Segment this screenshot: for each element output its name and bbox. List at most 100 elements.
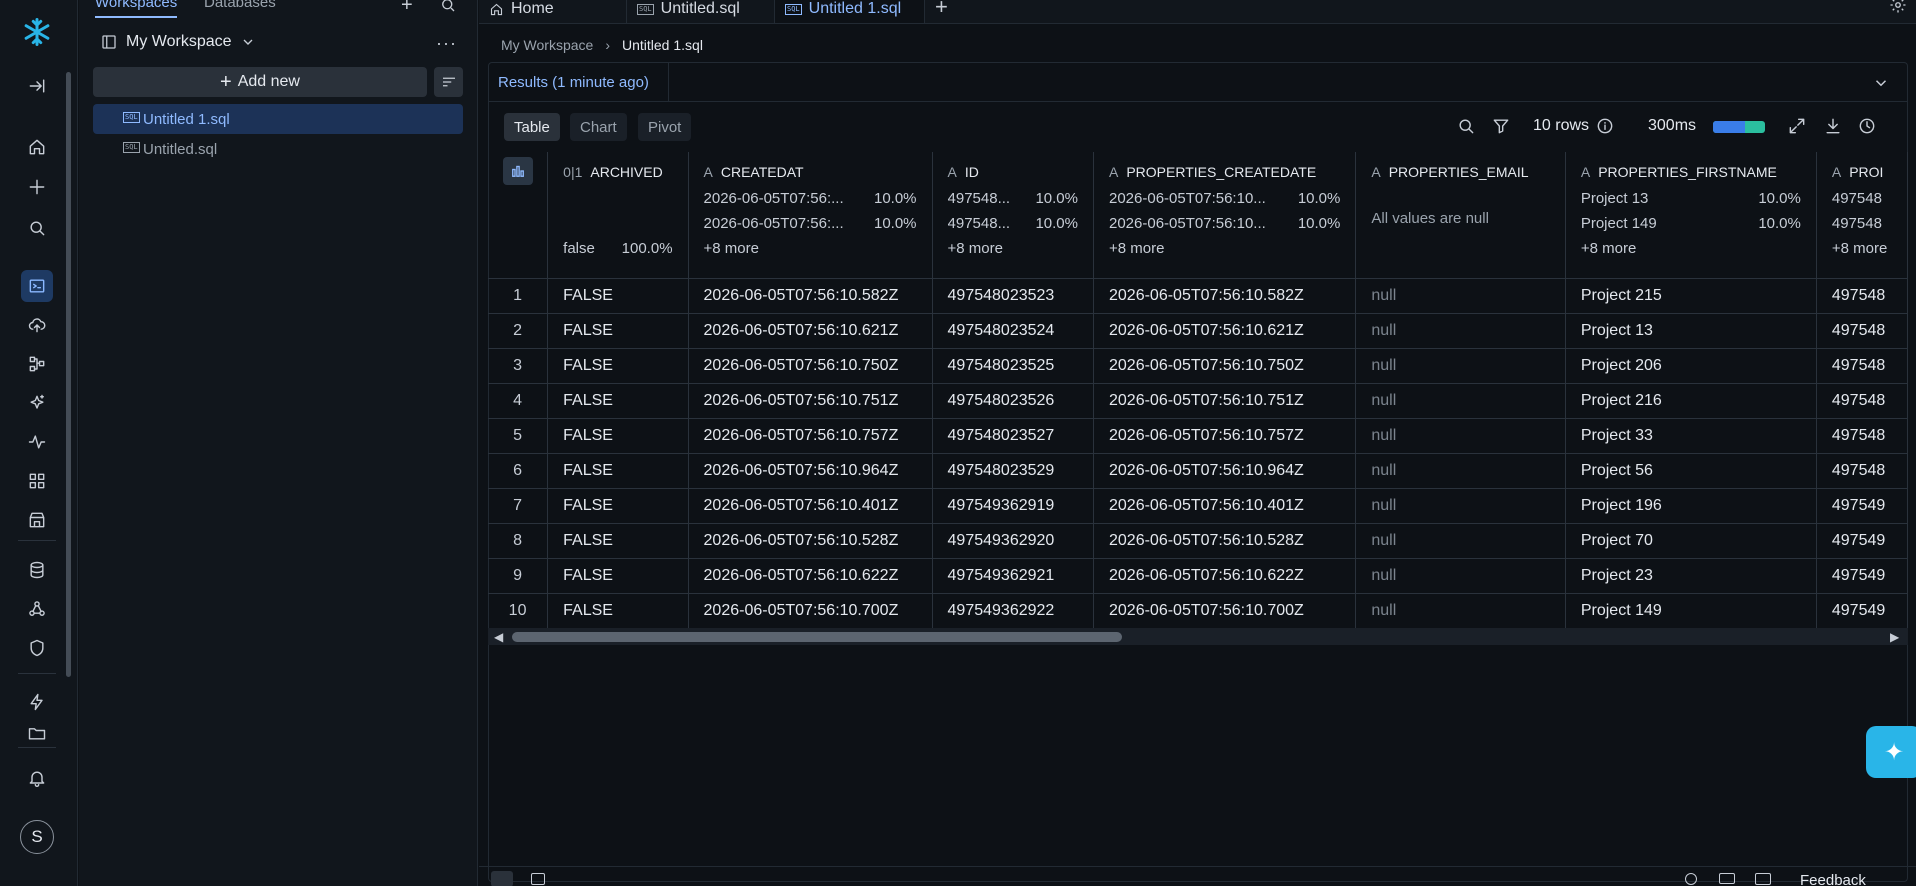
table-cell[interactable]: 2026-06-05T07:56:10.700Z <box>1093 593 1357 629</box>
table-cell[interactable]: null <box>1355 383 1566 419</box>
distribution-row[interactable]: 2026-06-05T07:56:... 10.0% <box>704 186 917 211</box>
table-row[interactable]: 10 FALSE 2026-06-05T07:56:10.700Z 497549362… <box>488 593 1908 629</box>
table-row[interactable]: 8 FALSE 2026-06-05T07:56:10.528Z 4975493629… <box>488 523 1908 559</box>
more-values-link[interactable]: +8 more <box>1581 236 1801 261</box>
table-cell[interactable]: 497549362920 <box>932 523 1095 559</box>
table-cell[interactable]: Project 23 <box>1565 558 1817 594</box>
rail-scrollbar[interactable] <box>66 72 71 677</box>
column-header[interactable]: A CREATEDAT 2026-06-05T07:56:... 10.0% 2026-… <box>688 152 933 279</box>
column-stats-toggle[interactable] <box>488 152 549 279</box>
table-cell[interactable]: FALSE <box>547 488 689 524</box>
distribution-row[interactable]: 497548... 10.0% <box>948 211 1078 236</box>
table-cell[interactable]: 2026-06-05T07:56:10.700Z <box>688 593 933 629</box>
table-row[interactable]: 2 FALSE 2026-06-05T07:56:10.621Z 4975480235… <box>488 313 1908 349</box>
distribution-row[interactable]: Project 149 10.0% <box>1581 211 1801 236</box>
table-cell[interactable]: 497548 <box>1816 418 1908 454</box>
collapse-chevron-icon[interactable] <box>1872 74 1890 96</box>
table-cell[interactable]: 2026-06-05T07:56:10.621Z <box>1093 313 1357 349</box>
distribution-row[interactable]: Project 13 10.0% <box>1581 186 1801 211</box>
view-chart-button[interactable]: Chart <box>570 113 627 141</box>
distribution-row[interactable]: 497548 <box>1832 186 1892 211</box>
table-cell[interactable]: null <box>1355 278 1566 314</box>
table-cell[interactable]: Project 196 <box>1565 488 1817 524</box>
projects-icon[interactable] <box>21 348 53 380</box>
table-cell[interactable]: 497548 <box>1816 383 1908 419</box>
lightning-icon[interactable] <box>21 686 53 718</box>
table-cell[interactable]: 497548023526 <box>932 383 1095 419</box>
table-cell[interactable]: Project 206 <box>1565 348 1817 384</box>
home-icon[interactable] <box>21 131 53 163</box>
table-cell[interactable]: FALSE <box>547 523 689 559</box>
table-cell[interactable]: Project 216 <box>1565 383 1817 419</box>
notifications-bell-icon[interactable] <box>21 762 53 794</box>
add-plus-icon[interactable]: + <box>401 0 413 17</box>
scrollbar-thumb[interactable] <box>512 632 1122 642</box>
sidebar-search-icon[interactable] <box>439 0 457 18</box>
table-cell[interactable]: 2026-06-05T07:56:10.621Z <box>688 313 933 349</box>
table-cell[interactable]: 497549362922 <box>932 593 1095 629</box>
table-cell[interactable]: Project 149 <box>1565 593 1817 629</box>
table-cell[interactable]: null <box>1355 453 1566 489</box>
table-cell[interactable]: 2026-06-05T07:56:10.582Z <box>1093 278 1357 314</box>
table-cell[interactable]: 2026-06-05T07:56:10.622Z <box>1093 558 1357 594</box>
expand-icon[interactable] <box>1787 116 1807 140</box>
filter-icon[interactable] <box>1491 116 1511 140</box>
table-cell[interactable]: 497548023527 <box>932 418 1095 454</box>
table-cell[interactable]: 497548023524 <box>932 313 1095 349</box>
more-values-link[interactable]: +8 more <box>1109 236 1340 261</box>
table-cell[interactable]: 497548 <box>1816 453 1908 489</box>
table-cell[interactable]: 2026-06-05T07:56:10.582Z <box>688 278 933 314</box>
workspace-selector[interactable]: My Workspace <box>100 33 256 51</box>
distribution-row[interactable]: 497548 <box>1832 211 1892 236</box>
table-cell[interactable]: null <box>1355 523 1566 559</box>
distribution-row[interactable]: 2026-06-05T07:56:10... 10.0% <box>1109 211 1340 236</box>
table-cell[interactable]: 497548 <box>1816 348 1908 384</box>
table-cell[interactable]: 2026-06-05T07:56:10.751Z <box>1093 383 1357 419</box>
table-cell[interactable]: 497549 <box>1816 523 1908 559</box>
table-cell[interactable]: 2026-06-05T07:56:10.750Z <box>688 348 933 384</box>
table-cell[interactable]: FALSE <box>547 418 689 454</box>
marketplace-icon[interactable] <box>21 504 53 536</box>
table-cell[interactable]: null <box>1355 488 1566 524</box>
apps-icon[interactable] <box>21 465 53 497</box>
more-options-icon[interactable]: ··· <box>436 33 457 54</box>
monitoring-icon[interactable] <box>21 426 53 458</box>
table-cell[interactable]: Project 215 <box>1565 278 1817 314</box>
search-icon[interactable] <box>21 212 53 244</box>
table-cell[interactable]: FALSE <box>547 383 689 419</box>
distribution-row[interactable]: 2026-06-05T07:56:10... 10.0% <box>1109 186 1340 211</box>
snowflake-logo-icon[interactable] <box>21 16 53 48</box>
table-cell[interactable]: Project 13 <box>1565 313 1817 349</box>
table-cell[interactable]: 2026-06-05T07:56:10.964Z <box>688 453 933 489</box>
results-tab[interactable]: Results (1 minute ago) <box>498 74 649 91</box>
scroll-right-icon[interactable]: ▶ <box>1890 630 1899 644</box>
add-new-button[interactable]: + Add new <box>93 67 427 97</box>
sort-button[interactable] <box>434 67 463 97</box>
table-cell[interactable]: 2026-06-05T07:56:10.528Z <box>688 523 933 559</box>
table-cell[interactable]: 2026-06-05T07:56:10.401Z <box>1093 488 1357 524</box>
scroll-left-icon[interactable]: ◀ <box>494 630 503 644</box>
table-row[interactable]: 3 FALSE 2026-06-05T07:56:10.750Z 4975480235… <box>488 348 1908 384</box>
tab-untitled-1-sql[interactable]: SQL Untitled 1.sql <box>775 0 925 23</box>
keyboard-icon[interactable] <box>1719 873 1735 884</box>
new-tab-plus-icon[interactable]: + <box>935 0 948 20</box>
worksheets-icon[interactable] <box>21 270 53 302</box>
table-cell[interactable]: 2026-06-05T07:56:10.964Z <box>1093 453 1357 489</box>
table-cell[interactable]: 497548023529 <box>932 453 1095 489</box>
sidebar-toggle-icon[interactable] <box>491 871 513 886</box>
table-cell[interactable]: FALSE <box>547 558 689 594</box>
table-cell[interactable]: 2026-06-05T07:56:10.757Z <box>688 418 933 454</box>
column-header[interactable]: A PROI 497548 497548 +8 more <box>1816 152 1908 279</box>
tab-databases[interactable]: Databases <box>204 0 276 11</box>
table-cell[interactable]: Project 33 <box>1565 418 1817 454</box>
table-cell[interactable]: 497549362921 <box>932 558 1095 594</box>
table-cell[interactable]: 497549 <box>1816 488 1908 524</box>
ai-assistant-button[interactable]: ✦ <box>1866 726 1916 778</box>
file-item-untitled-1[interactable]: SQL Untitled 1.sql <box>93 104 463 134</box>
table-cell[interactable]: 2026-06-05T07:56:10.622Z <box>688 558 933 594</box>
data-sharing-icon[interactable] <box>21 593 53 625</box>
data-ingest-icon[interactable] <box>21 309 53 341</box>
table-cell[interactable]: 497548023525 <box>932 348 1095 384</box>
more-values-link[interactable]: +8 more <box>948 236 1078 261</box>
view-pivot-button[interactable]: Pivot <box>638 113 692 141</box>
